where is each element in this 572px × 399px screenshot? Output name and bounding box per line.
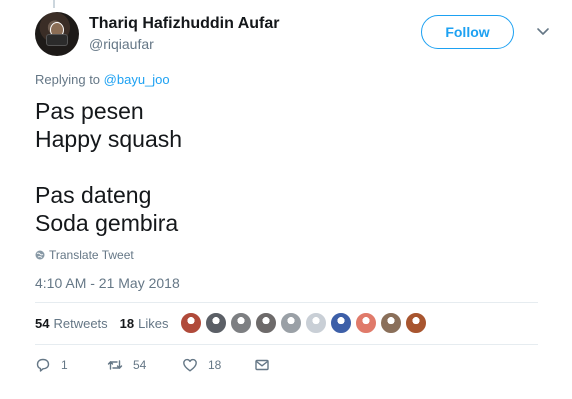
liker-avatar-10[interactable] xyxy=(405,312,427,334)
tweet-line: Happy squash xyxy=(35,126,183,152)
avatar-camera xyxy=(46,34,68,46)
follow-button[interactable]: Follow xyxy=(421,15,514,49)
replying-to-label: Replying to xyxy=(35,72,104,87)
retweets-label: Retweets xyxy=(53,316,108,331)
liker-avatar-9[interactable] xyxy=(380,312,402,334)
globe-icon xyxy=(35,250,45,260)
liker-avatar-2[interactable] xyxy=(205,312,227,334)
liker-avatar-6[interactable] xyxy=(305,312,327,334)
retweet-icon xyxy=(107,360,123,370)
translate-label: Translate Tweet xyxy=(49,248,134,262)
replying-to: Replying to @bayu_joo xyxy=(35,72,170,87)
likes-label: Likes xyxy=(138,316,169,331)
liker-avatar-1[interactable] xyxy=(180,312,202,334)
likes-count: 18 xyxy=(119,316,135,331)
liker-avatar-8[interactable] xyxy=(355,312,377,334)
user-full-name[interactable]: Thariq Hafizhuddin Aufar xyxy=(89,14,280,34)
heart-icon xyxy=(183,358,197,372)
reply-button[interactable]: 1 xyxy=(35,357,68,373)
user-handle[interactable]: @riqiaufar xyxy=(89,35,280,53)
retweets-count: 54 xyxy=(35,316,50,331)
divider xyxy=(35,344,538,345)
tweet-text: Pas pesen Happy squash Pas dateng Soda g… xyxy=(35,97,182,237)
tweet-line: Soda gembira xyxy=(35,210,179,236)
divider xyxy=(35,302,538,303)
retweet-count: 54 xyxy=(133,358,147,372)
liker-avatar-7[interactable] xyxy=(330,312,352,334)
tweet-line: Pas pesen xyxy=(35,98,144,124)
user-names[interactable]: Thariq Hafizhuddin Aufar @riqiaufar xyxy=(89,14,280,53)
liker-avatar-3[interactable] xyxy=(230,312,252,334)
mention-link[interactable]: @bayu_joo xyxy=(104,72,170,87)
like-count: 18 xyxy=(208,358,222,372)
retweets-stat[interactable]: 54 Retweets xyxy=(35,316,108,331)
retweet-button[interactable]: 54 xyxy=(107,357,146,373)
tweet-stats: 54 Retweets 18 Likes xyxy=(35,316,181,331)
likes-stat[interactable]: 18 Likes xyxy=(120,316,169,331)
tweet-timestamp[interactable]: 4:10 AM - 21 May 2018 xyxy=(35,275,180,291)
reply-count: 1 xyxy=(61,358,68,372)
like-button[interactable]: 18 xyxy=(182,357,221,373)
direct-message-button[interactable] xyxy=(254,357,280,373)
chevron-down-icon[interactable] xyxy=(536,24,550,38)
liker-avatar-4[interactable] xyxy=(255,312,277,334)
translate-tweet-link[interactable]: Translate Tweet xyxy=(35,248,134,262)
reply-icon xyxy=(36,358,50,372)
envelope-icon xyxy=(255,359,269,371)
liker-avatar-5[interactable] xyxy=(280,312,302,334)
user-avatar[interactable] xyxy=(35,12,79,56)
thread-connector-line xyxy=(53,0,55,8)
tweet-header: Thariq Hafizhuddin Aufar @riqiaufar Foll… xyxy=(35,10,550,58)
tweet-line: Pas dateng xyxy=(35,182,152,208)
